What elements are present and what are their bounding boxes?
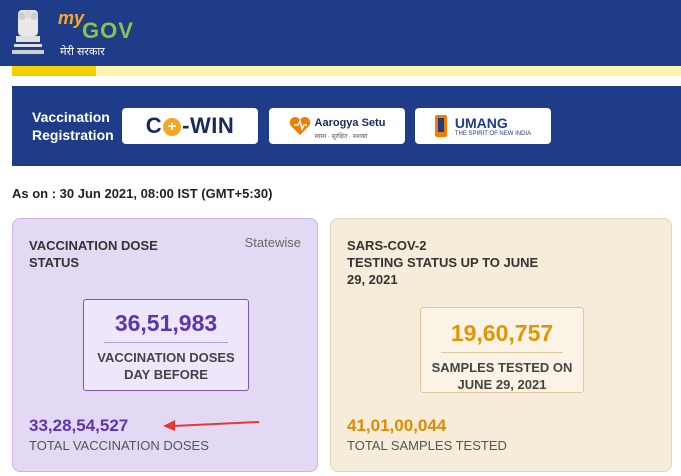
logo-my-text: my <box>58 8 85 28</box>
state-emblem-icon[interactable] <box>10 6 46 60</box>
vaccination-registration-label: Vaccination Registration <box>32 109 114 143</box>
site-header: my GOV मेरी सरकार <box>0 0 681 66</box>
vaccination-dose-status-card: VACCINATION DOSE STATUS Statewise 36,51,… <box>12 218 318 472</box>
umang-button[interactable]: UMANG THE SPIRIT OF NEW INDIA <box>415 108 551 144</box>
samples-tested-label-line2: JUNE 29, 2021 <box>457 377 547 392</box>
testing-card-title-line2: TESTING STATUS UP TO JUNE <box>347 255 539 270</box>
day-before-box: 36,51,983 VACCINATION DOSES DAY BEFORE <box>83 299 249 391</box>
day-before-value: 36,51,983 <box>114 310 218 336</box>
vaccination-card-title: VACCINATION DOSE STATUS <box>29 237 158 271</box>
testing-card-title-line1: SARS-COV-2 <box>347 238 427 253</box>
progress-strip <box>12 66 681 76</box>
vaccination-registration-bar: Vaccination Registration C + -WIN Aarogya … <box>12 86 681 166</box>
total-vaccination-doses-value: 33,28,54,527 <box>29 416 129 435</box>
cowin-button[interactable]: C + -WIN <box>122 108 258 144</box>
statewise-link[interactable]: Statewise <box>245 235 301 250</box>
total-vaccination-doses-label: TOTAL VACCINATION DOSES <box>29 438 209 453</box>
testing-card-title: SARS-COV-2 TESTING STATUS UP TO JUNE 29,… <box>347 237 538 288</box>
total-samples-tested-label: TOTAL SAMPLES TESTED <box>347 438 507 453</box>
aarogya-setu-label: Aarogya Setu <box>314 116 386 129</box>
samples-tested-label-line1: SAMPLES TESTED ON <box>431 360 573 375</box>
day-before-label-line2: DAY BEFORE <box>124 367 208 382</box>
testing-card-title-line3: 29, 2021 <box>347 272 398 287</box>
cowin-prefix: C <box>145 113 163 138</box>
cowin-suffix: -WIN <box>182 113 235 138</box>
logo-hindi-text: मेरी सरकार <box>60 46 105 58</box>
umang-logo: UMANG THE SPIRIT OF NEW INDIA <box>434 115 532 137</box>
divider <box>441 352 563 353</box>
logo-gov-text: GOV <box>82 18 134 43</box>
phone-icon <box>434 115 447 137</box>
total-samples-tested-value: 41,01,00,044 <box>347 416 447 435</box>
samples-tested-box: 19,60,757 SAMPLES TESTED ON JUNE 29, 202… <box>420 307 584 393</box>
samples-tested-value: 19,60,757 <box>450 320 554 346</box>
vaccination-card-title-line2: STATUS <box>29 255 80 270</box>
progress-strip-fill <box>12 66 96 76</box>
day-before-label-line1: VACCINATION DOSES <box>97 350 235 365</box>
umang-label: UMANG <box>454 115 508 131</box>
cowin-logo: C + -WIN <box>146 113 234 139</box>
red-arrow-icon <box>163 420 260 431</box>
plus-icon: + <box>163 118 182 136</box>
as-on-timestamp: As on : 30 Jun 2021, 08:00 IST (GMT+5:30… <box>12 186 273 201</box>
heart-icon <box>289 117 310 135</box>
umang-tagline: THE SPIRIT OF NEW INDIA <box>454 131 532 137</box>
aarogya-setu-tagline: स्वस्थ · सुरक्षित · सशक्त <box>314 133 368 140</box>
vaccination-card-title-line1: VACCINATION DOSE <box>29 238 158 253</box>
testing-status-card: SARS-COV-2 TESTING STATUS UP TO JUNE 29,… <box>330 218 672 472</box>
aarogya-setu-logo: Aarogya Setu स्वस्थ · सुरक्षित · सशक्त <box>289 113 386 140</box>
aarogya-setu-button[interactable]: Aarogya Setu स्वस्थ · सुरक्षित · सशक्त <box>269 108 405 144</box>
divider <box>104 342 228 343</box>
